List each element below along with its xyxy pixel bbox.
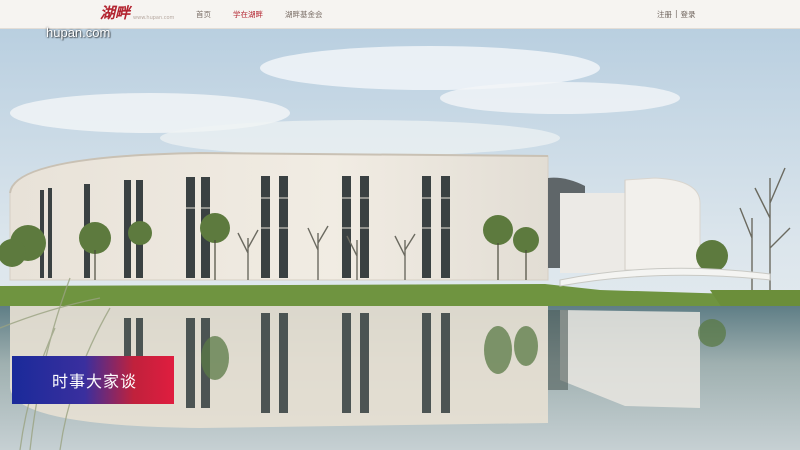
video-frame: 湖畔 www.hupan.com 首页 学在湖畔 湖畔基金会 注册 | 登录 h… <box>0 0 800 450</box>
register-link[interactable]: 注册 <box>657 9 672 20</box>
main-nav: 首页 学在湖畔 湖畔基金会 <box>196 9 323 20</box>
auth-links: 注册 | 登录 <box>657 9 696 20</box>
auth-separator: | <box>675 9 678 18</box>
site-watermark: hupan.com <box>46 25 111 40</box>
news-caption-banner: 时事大家谈 <box>12 356 174 404</box>
caption-text: 时事大家谈 <box>52 372 138 391</box>
logo-mark: 湖畔 <box>100 4 131 22</box>
login-link[interactable]: 登录 <box>681 9 696 20</box>
nav-item-foundation[interactable]: 湖畔基金会 <box>285 9 323 20</box>
nav-item-home[interactable]: 首页 <box>196 9 211 20</box>
logo-url-text: www.hupan.com <box>133 15 175 21</box>
site-logo[interactable]: 湖畔 www.hupan.com <box>100 3 174 23</box>
site-header: 湖畔 www.hupan.com 首页 学在湖畔 湖畔基金会 注册 | 登录 <box>0 0 800 29</box>
nav-item-learning[interactable]: 学在湖畔 <box>233 9 263 20</box>
